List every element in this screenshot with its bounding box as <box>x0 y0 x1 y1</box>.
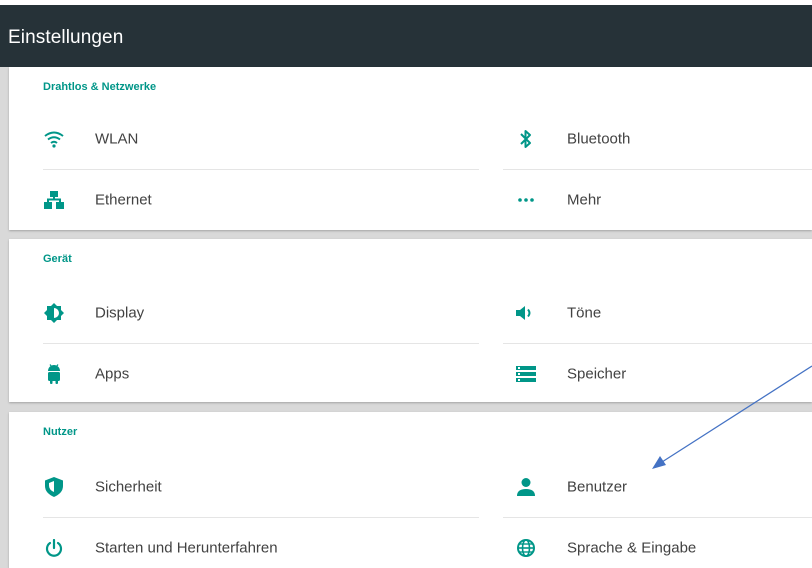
settings-item-more[interactable]: Mehr <box>503 170 812 230</box>
settings-item-bluetooth[interactable]: Bluetooth <box>503 109 812 169</box>
section-header-users: Nutzer <box>43 426 78 438</box>
more-icon <box>515 189 537 211</box>
settings-item-ethernet[interactable]: Ethernet <box>9 170 479 230</box>
settings-item-users[interactable]: Benutzer <box>503 457 812 517</box>
settings-item-label: Sprache & Eingabe <box>567 539 697 557</box>
settings-item-apps[interactable]: Apps <box>9 344 479 404</box>
settings-item-security[interactable]: Sicherheit <box>9 457 479 517</box>
bluetooth-icon <box>515 128 537 150</box>
settings-item-storage[interactable]: Speicher <box>503 344 812 404</box>
storage-icon <box>515 363 537 385</box>
settings-item-label: Apps <box>95 365 130 383</box>
section-wireless-networks: Drahtlos & Netzwerke WLAN Bluetooth Ethe… <box>9 67 812 230</box>
app-bar: Einstellungen <box>0 0 812 67</box>
section-device: Gerät Display Töne Apps Speicher <box>9 239 812 402</box>
section-header-device: Gerät <box>43 253 72 265</box>
settings-item-label: Sicherheit <box>95 478 162 496</box>
settings-item-label: Starten und Herunterfahren <box>95 539 278 557</box>
settings-item-label: Töne <box>567 304 602 322</box>
section-users: Nutzer Sicherheit Benutzer Starten und H… <box>9 412 812 568</box>
settings-item-label: Benutzer <box>567 478 628 496</box>
settings-item-sounds[interactable]: Töne <box>503 283 812 343</box>
power-icon <box>43 537 65 559</box>
brightness-icon <box>43 302 65 324</box>
section-header-wireless: Drahtlos & Netzwerke <box>43 81 157 93</box>
settings-item-power[interactable]: Starten und Herunterfahren <box>9 518 479 568</box>
settings-screen: Einstellungen Drahtlos & Netzwerke WLAN … <box>0 0 812 568</box>
volume-icon <box>515 302 537 324</box>
page-title: Einstellungen <box>8 27 124 48</box>
settings-item-label: WLAN <box>95 130 139 148</box>
settings-item-label: Mehr <box>567 191 602 209</box>
wifi-icon <box>43 128 65 150</box>
shield-icon <box>43 476 65 498</box>
settings-item-language[interactable]: Sprache & Eingabe <box>503 518 812 568</box>
settings-item-label: Speicher <box>567 365 627 383</box>
settings-item-display[interactable]: Display <box>9 283 479 343</box>
settings-item-label: Ethernet <box>95 191 152 209</box>
settings-item-wlan[interactable]: WLAN <box>9 109 479 169</box>
settings-item-label: Display <box>95 304 145 322</box>
settings-item-label: Bluetooth <box>567 130 631 148</box>
globe-icon <box>515 537 537 559</box>
android-icon <box>43 363 65 385</box>
ethernet-icon <box>43 189 65 211</box>
person-icon <box>515 476 537 498</box>
